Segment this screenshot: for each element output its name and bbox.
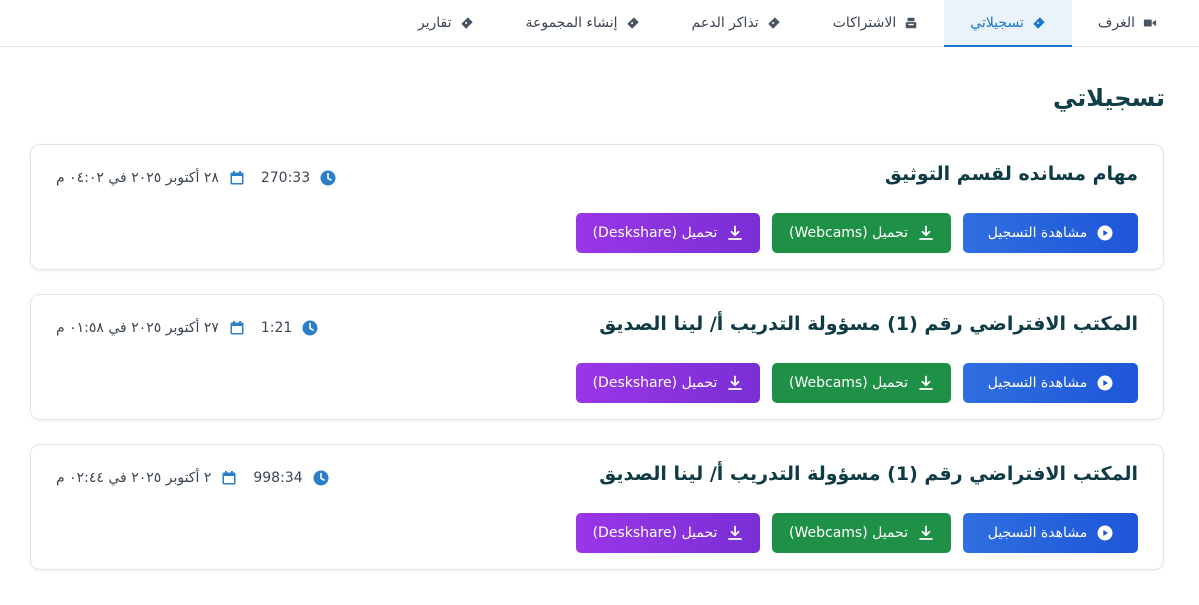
view-recording-button[interactable]: مشاهدة التسجيل [963,363,1138,403]
clock-icon [320,170,336,186]
ticket-icon [460,17,473,29]
tab-create-group[interactable]: إنشاء المجموعة [500,0,666,46]
recording-meta: ٢٧ أكتوبر ٢٠٢٥ في ٠١:٥٨ م 1:21 [56,320,318,336]
download-icon [919,525,933,540]
page-title: تسجيلاتي [1052,84,1165,112]
download-deskshare-label: تحميل (Deskshare) [592,525,718,541]
main-tabs: الغرف تسجيلاتي الاشتراكات تذاكر الدعم إن… [0,0,1199,47]
play-circle-icon [1097,375,1113,391]
download-deskshare-label: تحميل (Deskshare) [592,225,718,241]
download-deskshare-label: تحميل (Deskshare) [592,375,718,391]
ticket-icon [768,17,780,29]
calendar-icon [230,171,244,185]
recording-date: ٢٨ أكتوبر ٢٠٢٥ في ٠٤:٠٢ م [56,170,245,186]
calendar-icon [222,471,236,485]
ticket-icon [626,17,639,29]
recording-meta: ٢ أكتوبر ٢٠٢٥ في ٠٢:٤٤ م 998:34 [56,470,329,486]
tab-label: الغرف [1097,15,1135,31]
recording-date-text: ٢ أكتوبر ٢٠٢٥ في ٠٢:٤٤ م [56,470,212,486]
recording-date: ٢ أكتوبر ٢٠٢٥ في ٠٢:٤٤ م [56,470,237,486]
tab-label: تسجيلاتي [970,14,1024,31]
tab-label: إنشاء المجموعة [525,15,618,31]
download-deskshare-button[interactable]: تحميل (Deskshare) [576,213,760,253]
video-camera-icon [1143,19,1157,27]
tab-reports[interactable]: تقارير [392,0,500,46]
download-webcams-button[interactable]: تحميل (Webcams) [772,513,951,553]
recording-duration-text: 270:33 [260,170,311,186]
recording-duration: 998:34 [253,470,329,486]
cash-register-icon [906,17,917,29]
play-circle-icon [1097,225,1113,241]
recording-duration-text: 998:34 [253,470,303,486]
recording-card: المكتب الافتراضي رقم (1) مسؤولة التدريب … [30,294,1164,420]
download-deskshare-button[interactable]: تحميل (Deskshare) [576,363,760,403]
view-recording-label: مشاهدة التسجيل [987,525,1088,541]
tab-subscriptions[interactable]: الاشتراكات [807,0,945,46]
download-webcams-button[interactable]: تحميل (Webcams) [772,213,951,253]
recording-date-text: ٢٧ أكتوبر ٢٠٢٥ في ٠١:٥٨ م [56,320,219,336]
ticket-icon [1033,16,1045,29]
tab-label: تقارير [417,15,452,31]
download-webcams-label: تحميل (Webcams) [789,525,908,541]
view-recording-label: مشاهدة التسجيل [987,225,1088,241]
recordings-list: مهام مسانده لقسم التوثيق ٢٨ أكتوبر ٢٠٢٥ … [30,144,1164,594]
download-webcams-label: تحميل (Webcams) [789,375,908,391]
recording-duration: 270:33 [261,170,336,186]
download-icon [919,375,933,390]
download-webcams-button[interactable]: تحميل (Webcams) [772,363,951,403]
tab-support-tickets[interactable]: تذاكر الدعم [666,0,807,46]
clock-icon [313,470,329,486]
recording-duration-text: 1:21 [260,320,293,336]
download-deskshare-button[interactable]: تحميل (Deskshare) [576,513,760,553]
download-webcams-label: تحميل (Webcams) [789,225,908,241]
view-recording-label: مشاهدة التسجيل [987,375,1088,391]
recording-date: ٢٧ أكتوبر ٢٠٢٥ في ٠١:٥٨ م [56,320,245,336]
recording-actions: مشاهدة التسجيل تحميل (Webcams) تحميل (De… [576,363,1138,403]
download-icon [728,225,743,240]
view-recording-button[interactable]: مشاهدة التسجيل [963,513,1138,553]
clock-icon [302,320,318,336]
tab-my-recordings[interactable]: تسجيلاتي [944,0,1072,47]
recording-card: مهام مسانده لقسم التوثيق ٢٨ أكتوبر ٢٠٢٥ … [30,144,1164,270]
play-circle-icon [1097,525,1113,541]
download-icon [919,225,933,240]
recording-title: مهام مسانده لقسم التوثيق [884,163,1138,185]
recording-date-text: ٢٨ أكتوبر ٢٠٢٥ في ٠٤:٠٢ م [56,170,219,186]
tab-label: الاشتراكات [832,15,897,31]
recording-card: المكتب الافتراضي رقم (1) مسؤولة التدريب … [30,444,1164,570]
recording-actions: مشاهدة التسجيل تحميل (Webcams) تحميل (De… [576,213,1138,253]
recording-title: المكتب الافتراضي رقم (1) مسؤولة التدريب … [599,313,1138,335]
recording-title: المكتب الافتراضي رقم (1) مسؤولة التدريب … [599,463,1138,485]
calendar-icon [230,321,244,335]
download-icon [728,525,743,540]
tab-label: تذاكر الدعم [691,15,759,31]
recording-meta: ٢٨ أكتوبر ٢٠٢٥ في ٠٤:٠٢ م 270:33 [56,170,336,186]
tab-rooms[interactable]: الغرف [1072,0,1183,46]
recording-actions: مشاهدة التسجيل تحميل (Webcams) تحميل (De… [576,513,1138,553]
recording-duration: 1:21 [261,320,318,336]
download-icon [728,375,743,390]
view-recording-button[interactable]: مشاهدة التسجيل [963,213,1138,253]
